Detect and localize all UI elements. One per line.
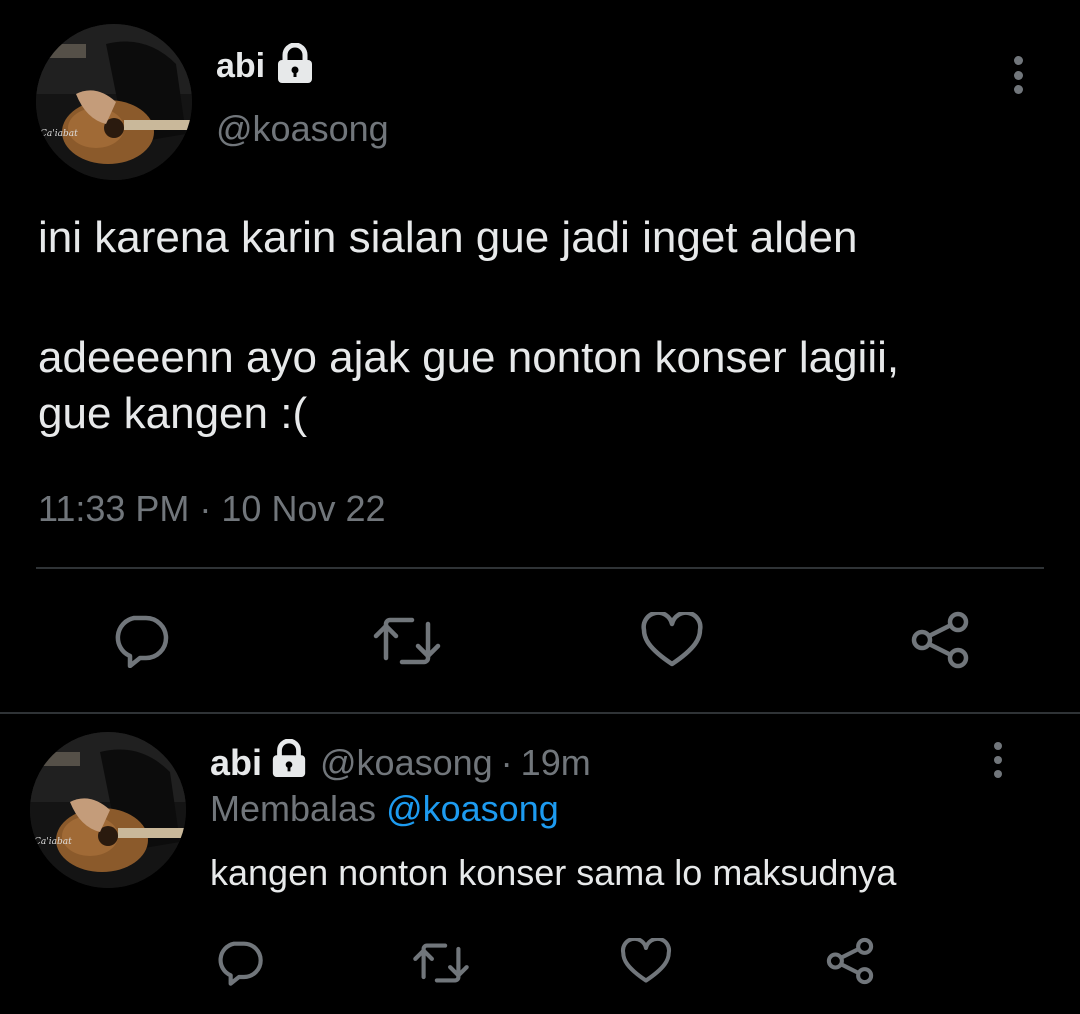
more-vertical-icon[interactable] [1008, 56, 1028, 94]
handle[interactable]: @koasong [216, 108, 389, 150]
share-button[interactable] [824, 936, 876, 986]
tweet-text: ini karena karin sialan gue jadi inget a… [38, 210, 899, 442]
lock-icon [270, 738, 308, 788]
timestamp[interactable]: 11:33 PM · 10 Nov 22 [38, 488, 386, 530]
lock-icon [275, 42, 315, 90]
reply-text: kangen nonton konser sama lo maksudnya [210, 852, 897, 893]
like-button[interactable] [640, 612, 704, 668]
more-vertical-icon[interactable] [988, 742, 1008, 778]
heart-icon [641, 612, 703, 667]
svg-text:Ca'iabat: Ca'iabat [40, 129, 78, 139]
separator: · [500, 742, 513, 783]
replying-to: Membalas @koasong [210, 788, 559, 830]
share-button[interactable] [908, 610, 972, 670]
svg-text:Ca'iabat: Ca'iabat [34, 837, 72, 847]
reply-button[interactable] [110, 612, 170, 668]
retweet-button[interactable] [372, 614, 442, 668]
reply-icon [115, 615, 169, 668]
tweet-text-line: gue kangen :( [38, 389, 308, 438]
avatar[interactable]: Ca'iabat [36, 24, 192, 180]
heart-icon [620, 938, 672, 983]
display-name[interactable]: abi [210, 742, 262, 784]
time-ago[interactable]: 19m [521, 742, 591, 784]
reply-button[interactable] [214, 938, 264, 986]
retweet-icon [373, 617, 441, 665]
replying-to-link[interactable]: @koasong [386, 788, 559, 829]
like-button[interactable] [620, 938, 672, 984]
avatar[interactable]: Ca'iabat [30, 732, 186, 888]
tweet-text-line: adeeeenn ayo ajak gue nonton konser lagi… [38, 333, 900, 382]
replying-prefix: Membalas [210, 788, 377, 829]
divider [36, 567, 1044, 569]
divider [0, 712, 1080, 714]
retweet-icon [413, 943, 469, 983]
handle[interactable]: @koasong [320, 742, 493, 784]
display-name[interactable]: abi [216, 47, 265, 86]
reply-icon [218, 941, 263, 986]
tweet-text-line: ini karena karin sialan gue jadi inget a… [38, 213, 858, 262]
share-icon [911, 611, 969, 669]
retweet-button[interactable] [412, 940, 470, 986]
share-icon [826, 937, 874, 985]
